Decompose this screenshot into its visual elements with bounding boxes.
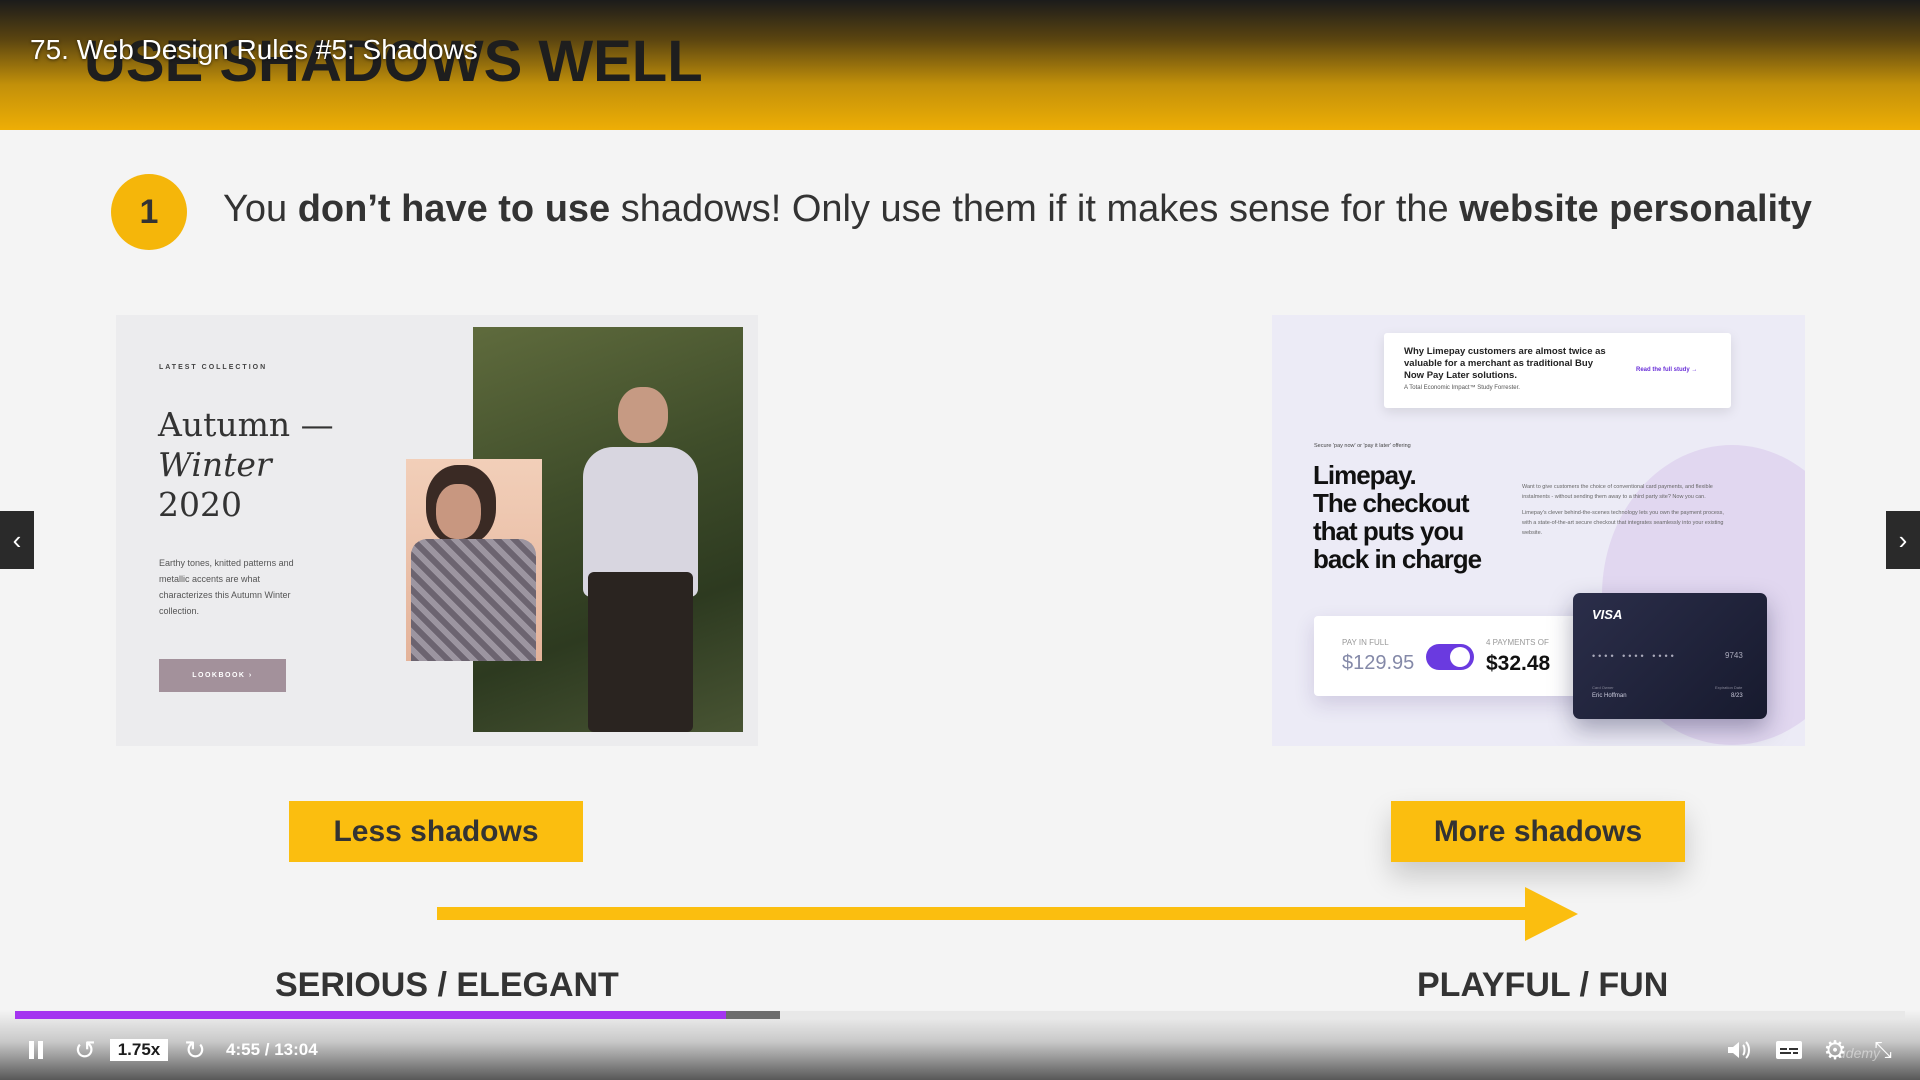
udemy-watermark: udemy <box>1838 1045 1881 1061</box>
fashion-photo-small <box>406 459 542 661</box>
visa-card: VISA •••• •••• •••• 9743 Card Owner Eric… <box>1573 593 1767 719</box>
offering-pill: Secure 'pay now' or 'pay it later' offer… <box>1314 443 1411 449</box>
payment-card: PAY IN FULL $129.95 4 PAYMENTS OF $32.48 <box>1314 616 1589 696</box>
collection-title: Autumn — Winter 2020 <box>158 405 334 525</box>
collection-tag: LATEST COLLECTION <box>159 364 268 371</box>
photo-figure <box>588 572 693 732</box>
rule-text-part: shadows! Only use them if it makes sense… <box>610 188 1460 230</box>
payments-value: $32.48 <box>1486 652 1551 675</box>
limepay-description: Want to give customers the choice of con… <box>1522 482 1727 538</box>
card-owner-label: Card Owner <box>1592 685 1614 690</box>
scale-right-label: PLAYFUL / FUN <box>1417 966 1669 1004</box>
card-owner: Eric Hoffman <box>1592 693 1627 699</box>
photo-figure <box>618 387 668 443</box>
pause-icon <box>38 1041 43 1059</box>
visa-logo: VISA <box>1592 607 1623 622</box>
progress-played <box>15 1011 726 1019</box>
video-title: 75. Web Design Rules #5: Shadows <box>30 34 478 65</box>
headline-line: The checkout <box>1313 488 1470 518</box>
collection-title-line: Winter <box>158 445 272 484</box>
rewind-button[interactable]: ↺ <box>70 1035 100 1065</box>
volume-button[interactable] <box>1724 1035 1754 1065</box>
time-display: 4:55 / 13:04 <box>226 1040 318 1059</box>
captions-icon <box>1776 1041 1802 1059</box>
example-less-shadows: LATEST COLLECTION Autumn — Winter 2020 E… <box>116 315 758 746</box>
pay-in-full-value: $129.95 <box>1342 652 1415 674</box>
card-number-dots: •••• •••• •••• <box>1592 651 1677 661</box>
quote-card: Why Limepay customers are almost twice a… <box>1384 333 1731 408</box>
rewind-icon: ↺ <box>74 1034 96 1065</box>
pause-icon <box>29 1041 34 1059</box>
headline-line: Limepay. <box>1313 460 1417 490</box>
pay-in-full-label: PAY IN FULL <box>1342 638 1389 647</box>
lookbook-button: LOOKBOOK › <box>159 659 286 692</box>
read-study-link: Read the full study → <box>1636 367 1698 373</box>
rule-text-bold: don’t have to use <box>297 188 611 230</box>
rule-text-part: You <box>223 188 298 230</box>
quote-source: A Total Economic Impact™ Study Forrester… <box>1404 385 1520 391</box>
card-exp: 8/23 <box>1731 693 1743 699</box>
less-shadows-label: Less shadows <box>289 801 583 862</box>
prev-arrow-icon: ‹ <box>12 524 22 555</box>
forward-icon: ↻ <box>184 1034 206 1065</box>
next-lecture-button[interactable]: › <box>1886 511 1920 569</box>
scale-left-label: SERIOUS / ELEGANT <box>275 966 619 1004</box>
collection-title-line: Autumn — <box>158 405 334 444</box>
limepay-headline: Limepay. The checkout that puts you back… <box>1313 460 1482 574</box>
quote-text: Why Limepay customers are almost twice a… <box>1404 346 1606 381</box>
next-arrow-icon: › <box>1898 524 1908 555</box>
rule-text: You don’t have to use shadows! Only use … <box>223 188 1812 231</box>
playback-speed-button[interactable]: 1.75x <box>110 1039 168 1061</box>
scale-arrow-line <box>437 907 1530 920</box>
forward-button[interactable]: ↻ <box>180 1035 210 1065</box>
previous-lecture-button[interactable]: ‹ <box>0 511 34 569</box>
captions-button[interactable] <box>1774 1035 1804 1065</box>
toggle-knob <box>1450 647 1470 667</box>
payment-toggle <box>1426 644 1474 670</box>
photo-figure <box>436 484 481 539</box>
rule-number-badge: 1 <box>111 174 187 250</box>
scale-arrow-head-icon <box>1525 887 1578 941</box>
payments-label: 4 PAYMENTS OF <box>1486 638 1549 647</box>
collection-description: Earthy tones, knitted patterns and metal… <box>159 558 294 616</box>
headline-line: back in charge <box>1313 544 1482 574</box>
pause-button[interactable] <box>24 1035 48 1065</box>
rule-text-bold: website personality <box>1459 188 1812 230</box>
collection-title-line: 2020 <box>158 485 242 524</box>
more-shadows-label: More shadows <box>1391 801 1685 862</box>
card-last4: 9743 <box>1725 651 1743 660</box>
card-exp-label: Expiration Date <box>1715 685 1743 690</box>
example-more-shadows: Why Limepay customers are almost twice a… <box>1272 315 1805 746</box>
volume-icon <box>1728 1041 1750 1059</box>
description-paragraph: Want to give customers the choice of con… <box>1522 484 1713 500</box>
description-paragraph: Limepay's clever behind-the-scenes techn… <box>1522 510 1724 536</box>
headline-line: that puts you <box>1313 516 1464 546</box>
photo-figure <box>411 539 536 661</box>
